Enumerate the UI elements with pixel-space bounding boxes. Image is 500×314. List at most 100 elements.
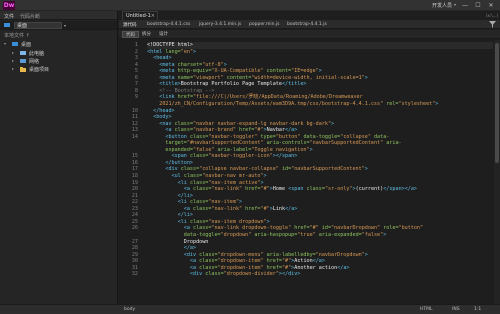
code-token: Bootstrap Portfolio Page Template bbox=[180, 81, 282, 88]
close-tab-icon[interactable]: × bbox=[151, 12, 155, 20]
code-token: class= bbox=[189, 179, 209, 186]
tree-item-computer[interactable]: ▸ 此电脑 bbox=[12, 50, 114, 58]
code-token: <meta bbox=[147, 61, 178, 68]
close-button[interactable]: ✕ bbox=[486, 1, 496, 10]
workspace-layout-label[interactable]: 开发人员 bbox=[432, 2, 452, 9]
chevron-down-icon[interactable]: ▾ bbox=[64, 23, 66, 28]
maximize-button[interactable]: ☐ bbox=[473, 1, 483, 10]
code-token: "stylesheet" bbox=[398, 100, 436, 107]
code-line[interactable]: <button class="navbar-toggler" type="but… bbox=[147, 134, 493, 141]
code-token: "button" bbox=[275, 133, 301, 140]
expand-arrow-icon[interactable]: ▸ bbox=[12, 50, 14, 55]
tag-selector[interactable]: body bbox=[124, 307, 135, 312]
related-file-source[interactable]: 源代码 bbox=[123, 22, 137, 28]
code-line[interactable]: <li class="nav-item"> bbox=[147, 199, 493, 206]
tree-item-desktop[interactable]: ▾ 桌面 bbox=[4, 41, 114, 49]
tab-snippets[interactable]: 代码片断 bbox=[20, 13, 40, 20]
code-token: "button" bbox=[398, 225, 424, 232]
document-type[interactable]: HTML bbox=[420, 307, 433, 312]
expand-arrow-icon[interactable]: ▸ bbox=[12, 66, 14, 71]
code-token: > bbox=[364, 74, 368, 81]
code-token: ></div> bbox=[278, 271, 301, 278]
code-line[interactable]: data-toggle="dropdown" aria-haspopup="tr… bbox=[147, 232, 493, 239]
document-tab[interactable]: Untitled-1 × bbox=[122, 11, 158, 20]
code-token: class= bbox=[193, 205, 212, 212]
chevron-down-icon[interactable]: ▾ bbox=[454, 2, 456, 7]
tab-files[interactable]: 文件 bbox=[4, 13, 14, 20]
local-files-label[interactable]: 本地文件 ↑ bbox=[4, 32, 30, 39]
code-token: </li> bbox=[147, 212, 194, 219]
split-view-button[interactable]: 拆分 bbox=[139, 31, 154, 38]
code-token: > bbox=[263, 173, 267, 179]
related-file-popper[interactable]: popper.min.js bbox=[249, 22, 279, 27]
code-token: Another action bbox=[294, 264, 338, 271]
code-token: "false" bbox=[193, 146, 215, 153]
code-token: "navbarSupportedContent" bbox=[309, 140, 384, 147]
code-token: <a bbox=[147, 225, 194, 232]
code-token: "nav-link dropdown-toggle" bbox=[211, 225, 292, 232]
code-token: "nav-link" bbox=[211, 186, 243, 193]
related-file-css[interactable]: bootstrap-4.4.1.css bbox=[147, 22, 190, 27]
related-file-jquery[interactable]: jquery-3.4.1.min.js bbox=[199, 22, 241, 27]
code-token: class= bbox=[174, 120, 194, 127]
code-token: </a> bbox=[337, 264, 350, 271]
code-token: "navbarSupportedContent" bbox=[291, 166, 365, 173]
vertical-scrollbar[interactable] bbox=[494, 40, 500, 304]
code-token: data- bbox=[370, 133, 390, 140]
expand-arrow-icon[interactable]: ▸ bbox=[12, 58, 14, 63]
code-token: class= bbox=[193, 225, 212, 232]
code-token: <!DOCTYPE html> bbox=[147, 42, 194, 48]
code-token: > bbox=[364, 251, 368, 258]
scrollbar-thumb[interactable] bbox=[495, 43, 499, 163]
code-token: name= bbox=[177, 74, 194, 81]
code-token: > bbox=[193, 48, 197, 55]
line-number: 17 bbox=[131, 166, 138, 173]
code-token: lang= bbox=[165, 48, 181, 55]
code-token: "navbar-nav mr-auto" bbox=[202, 173, 264, 179]
code-token: rel= bbox=[383, 100, 399, 107]
code-line[interactable]: <a class="dropdown-item" href="#">Anothe… bbox=[147, 265, 493, 272]
code-token: "nav-item" bbox=[208, 199, 240, 206]
design-view-button[interactable]: 设计 bbox=[156, 31, 171, 38]
related-file-bootstrap-js[interactable]: bootstrap-4.4.1.js bbox=[287, 22, 327, 27]
dreamweaver-logo: Dw bbox=[3, 1, 15, 10]
code-token: "dropdown" bbox=[220, 231, 252, 238]
code-token: "width=device-width, initial-scale=1" bbox=[251, 74, 365, 81]
code-token: href= bbox=[242, 205, 261, 212]
code-token: > bbox=[239, 199, 243, 206]
code-line[interactable]: <div class="dropdown-divider"></div> bbox=[147, 271, 493, 278]
site-select[interactable]: 桌面 bbox=[14, 22, 62, 29]
tree-item-desktop-items[interactable]: ▸ 桌面项目 bbox=[12, 66, 114, 74]
code-line[interactable]: <div class="collapse navbar-collapse" id… bbox=[147, 166, 493, 173]
code-token: "nav-item dropdown" bbox=[208, 218, 267, 225]
code-line[interactable]: <meta http-equiv="X-UA-Compatible" conte… bbox=[147, 68, 493, 75]
code-token: "false" bbox=[361, 231, 384, 238]
code-token: class= bbox=[306, 186, 325, 193]
view-mode-bar: 代码 拆分 设计 bbox=[119, 30, 500, 39]
code-token: "#navbarSupportedContent" bbox=[186, 140, 264, 147]
tree-item-network[interactable]: ▸ 网络 bbox=[12, 58, 114, 66]
related-files-bar: 源代码 bootstrap-4.4.1.css jquery-3.4.1.min… bbox=[119, 20, 500, 29]
code-token: "utf-8" bbox=[202, 61, 224, 68]
code-token: aria-haspopup= bbox=[251, 231, 298, 238]
code-token: > bbox=[318, 68, 322, 75]
code-token: <a bbox=[147, 264, 200, 271]
code-token: "navbarDropdown" bbox=[331, 225, 381, 232]
expand-arrow-icon[interactable]: ▾ bbox=[4, 41, 6, 46]
code-view-button[interactable]: 代码 bbox=[122, 31, 139, 38]
network-icon bbox=[20, 59, 26, 63]
code-token: aria-controls= bbox=[263, 140, 310, 147]
code-token: "dropdown-divider" bbox=[223, 271, 279, 278]
code-token: "en" bbox=[180, 48, 194, 55]
code-token: Action bbox=[294, 258, 313, 265]
code-token: <a bbox=[147, 186, 194, 193]
filter-icon[interactable] bbox=[489, 21, 496, 28]
code-token: http-equiv= bbox=[177, 68, 212, 75]
code-editor[interactable]: 1 2 3 4 5 6 7 8 9 10 11 12 13 14 15 16 17 18 19 20 21 22 23 24 2… bbox=[119, 40, 500, 304]
minimize-button[interactable]: — bbox=[460, 1, 470, 10]
code-token: </a> bbox=[312, 258, 325, 265]
code-token: <div bbox=[147, 251, 200, 258]
code-line[interactable]: 2021/zh_CN/Configuration/Temp/Assets/eam… bbox=[147, 101, 493, 108]
local-files-header: 本地文件 ↑ bbox=[0, 31, 117, 39]
code-token: Navbar bbox=[266, 127, 286, 134]
